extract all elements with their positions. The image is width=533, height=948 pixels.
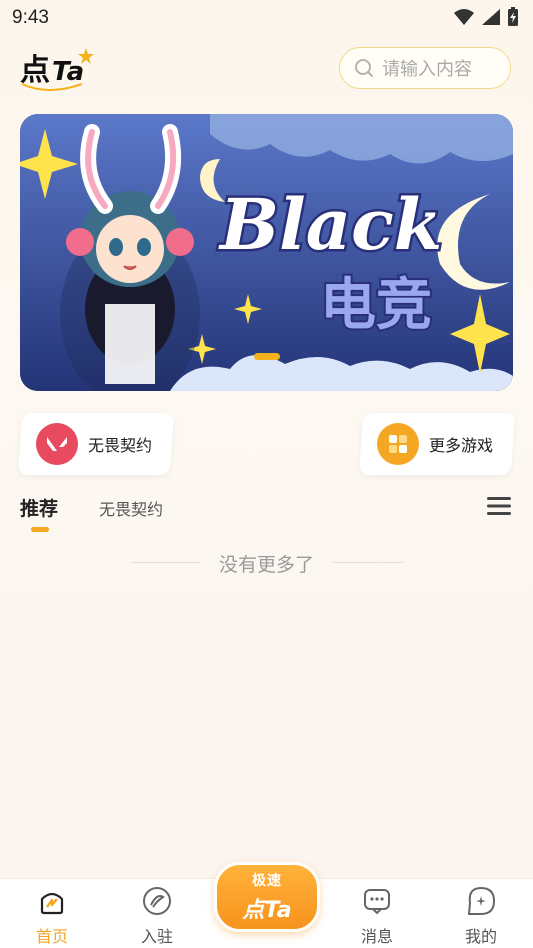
banner-dot-active xyxy=(254,353,280,360)
wifi-icon xyxy=(454,9,474,25)
svg-text:点: 点 xyxy=(20,53,50,88)
quick-tile-more-games[interactable]: 更多游戏 xyxy=(358,413,516,475)
quick-match-bottom-label: 点Ta xyxy=(242,898,292,923)
banner-subtitle: 电竞 xyxy=(320,273,432,338)
banner-pagination xyxy=(254,353,280,360)
category-tabs: 推荐 无畏契约 xyxy=(0,490,533,538)
tab-recommend[interactable]: 推荐 xyxy=(20,494,58,521)
svg-text:Ta: Ta xyxy=(52,57,84,87)
search-input[interactable]: 请输入内容 xyxy=(339,47,511,89)
status-icons xyxy=(453,7,519,27)
menu-icon[interactable] xyxy=(487,496,511,516)
status-time: 9:43 xyxy=(12,7,49,28)
empty-state-text: 没有更多了 xyxy=(218,554,314,576)
divider-line xyxy=(333,562,403,563)
nav-item-home[interactable]: 首页 xyxy=(17,885,87,947)
quick-tile-label: 更多游戏 xyxy=(429,436,494,455)
nav-label: 首页 xyxy=(35,927,68,946)
message-icon xyxy=(364,889,390,915)
nav-label: 入驻 xyxy=(140,927,173,946)
nav-item-messages[interactable]: 消息 xyxy=(342,885,412,947)
quick-match-button[interactable]: 极速 点Ta xyxy=(214,862,320,932)
status-bar: 9:43 xyxy=(0,0,533,36)
banner-title: Black xyxy=(218,183,442,266)
home-icon xyxy=(40,892,64,915)
nav-label: 消息 xyxy=(360,927,393,946)
empty-state: 没有更多了 xyxy=(0,548,533,578)
quick-match-top-label: 极速 xyxy=(252,873,282,889)
battery-icon xyxy=(508,7,518,26)
promo-banner[interactable]: Black 电竞 xyxy=(20,114,513,391)
quick-tile-label: 无畏契约 xyxy=(88,436,153,455)
nav-label: 我的 xyxy=(464,927,497,946)
nav-item-profile[interactable]: 我的 xyxy=(446,885,516,947)
search-icon xyxy=(355,59,373,77)
banner-artwork: Black 电竞 xyxy=(20,114,513,391)
nav-item-join[interactable]: 入驻 xyxy=(122,885,192,947)
app-logo: 点 Ta xyxy=(18,44,98,94)
tab-active-indicator xyxy=(31,527,49,532)
search-placeholder: 请输入内容 xyxy=(382,59,472,80)
tab-valorant[interactable]: 无畏契约 xyxy=(99,496,163,520)
header: 点 Ta 请输入内容 xyxy=(0,38,533,100)
signal-icon xyxy=(482,9,500,25)
join-icon xyxy=(143,887,171,915)
valorant-icon xyxy=(36,423,78,465)
more-games-icon xyxy=(377,423,419,465)
quick-tile-valorant[interactable]: 无畏契约 xyxy=(17,413,175,475)
profile-icon xyxy=(467,886,496,915)
